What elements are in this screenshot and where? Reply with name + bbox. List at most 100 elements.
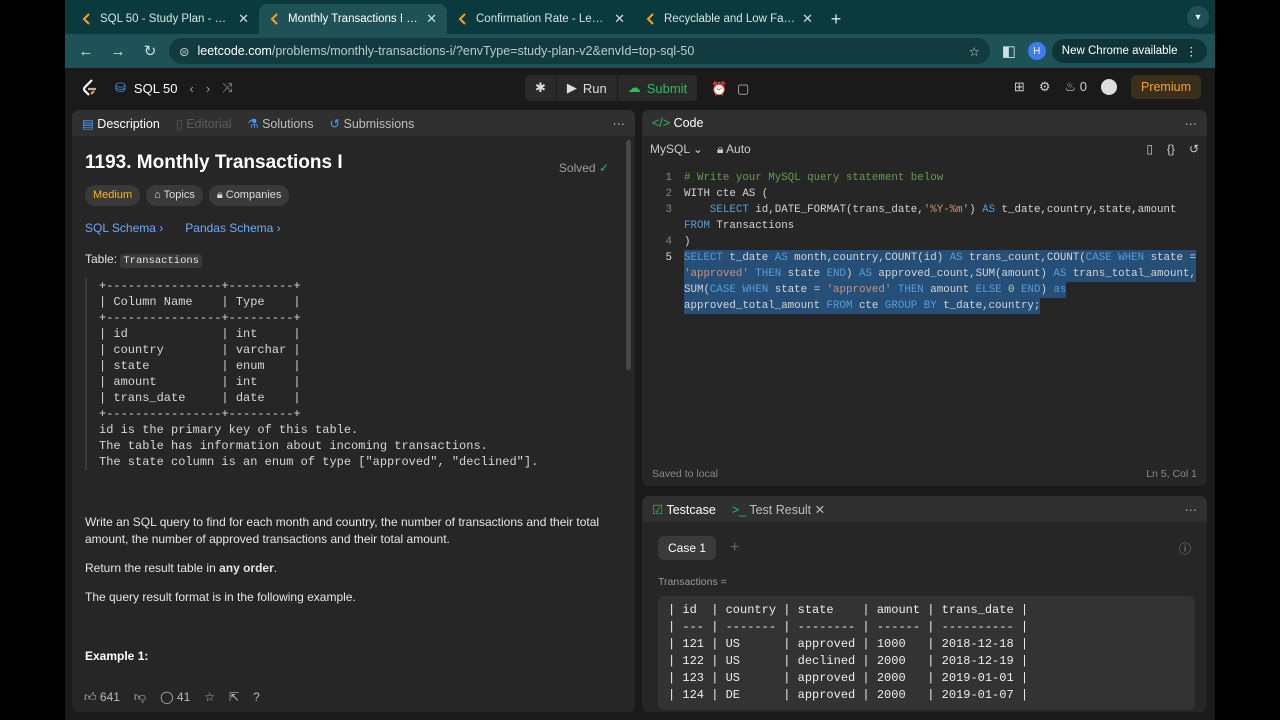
close-tab-icon[interactable]: ✕ (802, 11, 813, 27)
close-tab-icon[interactable]: ✕ (238, 11, 249, 27)
case-1-tab[interactable]: Case 1 (658, 536, 717, 560)
line-number: 2 (665, 188, 672, 200)
layout-grid-icon[interactable]: ⊞ (1014, 79, 1025, 95)
streak-counter[interactable]: ♨ 0 (1064, 79, 1087, 95)
input-table[interactable]: | id | country | state | amount | trans_… (658, 596, 1195, 710)
new-tab-button[interactable]: + (823, 6, 849, 32)
tab-editorial[interactable]: ▯ Editorial (176, 116, 232, 131)
description-footer: 👍︎ 641 👎︎ ◯ 41 ☆ ⇱ ? (72, 682, 635, 712)
tab-title: Recyclable and Low Fat Products (664, 13, 795, 25)
problem-title: 1193. Monthly Transactions I (85, 152, 343, 173)
terminal-icon: >_ (731, 502, 747, 517)
save-status: Saved to local (652, 468, 718, 480)
input-table-text: | id | country | state | amount | trans_… (668, 603, 1029, 702)
profile-avatar[interactable]: H (1027, 42, 1046, 60)
schema-block: +----------------+---------+ | Column Na… (85, 278, 622, 470)
new-chrome-available-button[interactable]: New Chrome available ⋮ (1051, 39, 1207, 63)
back-arrow-icon[interactable]: ← (73, 38, 99, 64)
code-line-5-wrap: SUM(CASE WHEN state = 'approved' THEN am… (684, 282, 1067, 298)
browser-tab-recyclable[interactable]: Recyclable and Low Fat Products ✕ (635, 4, 823, 34)
tab-submissions[interactable]: ↺ Submissions (330, 116, 415, 131)
notes-icon[interactable]: ▢ (737, 81, 749, 97)
format-braces-icon[interactable]: {} (1167, 142, 1175, 156)
close-tab-icon[interactable]: ✕ (426, 11, 437, 27)
reload-icon[interactable]: ↻ (137, 38, 163, 64)
leetcode-favicon-icon (270, 13, 278, 25)
bookmark-star-icon[interactable]: ☆ (969, 44, 980, 59)
bookmark-icon[interactable]: ▯ (1146, 142, 1153, 156)
tab-testcase[interactable]: ☑ Testcase (652, 502, 716, 517)
browser-tab-monthly-transactions[interactable]: Monthly Transactions I - LeetCode ✕ (259, 4, 447, 34)
tag-icon: ⌂ (154, 189, 161, 201)
shuffle-icon[interactable]: ⤨ (222, 80, 232, 96)
run-label: Run (582, 80, 607, 96)
settings-gear-icon[interactable]: ⚙ (1039, 79, 1051, 95)
table-label: Table: (85, 252, 118, 266)
run-button[interactable]: ▶ Run (557, 75, 618, 101)
leetcode-favicon-icon (458, 13, 466, 25)
solutions-flask-icon: ⚗ (247, 116, 259, 131)
testcase-header: ☑ Testcase >_ Test Result ✕ ⋯ (642, 496, 1207, 522)
tab-solutions[interactable]: ⚗ Solutions (247, 116, 313, 131)
favorite-star-icon[interactable]: ☆ (204, 690, 215, 704)
lock-icon: 🔒︎ (216, 189, 223, 201)
tab-search-chevron-icon[interactable]: ▾ (1187, 6, 1209, 28)
close-icon[interactable]: ✕ (815, 503, 825, 517)
dislike-icon[interactable]: 👎︎ (134, 690, 146, 705)
reset-code-icon[interactable]: ↺ (1189, 142, 1199, 156)
help-icon[interactable]: ? (253, 690, 260, 704)
comments-button[interactable]: ◯ 41 (160, 690, 190, 704)
more-options-icon[interactable]: ⋯ (1185, 502, 1198, 517)
testcase-panel: ☑ Testcase >_ Test Result ✕ ⋯ Case 1 + ⓘ… (642, 496, 1207, 712)
language-select[interactable]: MySQL ⌄ (650, 142, 703, 156)
code-line-5: SELECT t_date AS month,country,COUNT(id)… (684, 250, 1196, 266)
browser-tab-confirmation-rate[interactable]: Confirmation Rate - LeetCode ✕ (447, 4, 635, 34)
leetcode-logo-icon[interactable] (79, 77, 101, 99)
pandas-schema-link[interactable]: Pandas Schema › (185, 220, 280, 237)
checkbox-icon: ☑ (652, 502, 664, 517)
prev-problem-icon[interactable]: ‹ (190, 81, 194, 96)
more-options-icon[interactable]: ⋯ (613, 116, 626, 131)
code-brackets-icon: </> (652, 116, 671, 130)
sql-schema-link[interactable]: SQL Schema › (85, 220, 163, 237)
table-caption: Table: Transactions (85, 251, 622, 270)
side-panel-icon[interactable]: ◧ (996, 38, 1022, 64)
line-number: 1 (665, 172, 672, 184)
cloud-upload-icon: ☁ (627, 80, 641, 95)
user-avatar[interactable] (1100, 79, 1117, 95)
next-problem-icon[interactable]: › (206, 81, 210, 96)
description-scrollbar[interactable] (626, 140, 631, 370)
auto-mode-toggle[interactable]: 🔒︎ Auto (717, 142, 751, 157)
leetcode-favicon-icon (82, 13, 90, 25)
like-button[interactable]: 👍︎ 641 (84, 690, 120, 705)
info-icon[interactable]: ⓘ (1179, 540, 1191, 557)
submit-button[interactable]: ☁ Submit (618, 75, 699, 101)
check-circle-icon: ✓ (598, 161, 609, 175)
study-plan-selector[interactable]: ⛁ SQL 50 (115, 80, 178, 96)
debug-icon[interactable]: ✱ (525, 75, 557, 101)
order-note-bold: any order (219, 561, 274, 575)
schema-links: SQL Schema › Pandas Schema › (85, 220, 622, 237)
example-heading: Example 1: (85, 649, 149, 663)
close-tab-icon[interactable]: ✕ (614, 11, 625, 27)
alarm-icon[interactable]: ⏰ (711, 81, 727, 97)
url-input[interactable]: ⊜ leetcode.com/problems/monthly-transact… (169, 38, 990, 64)
new-chrome-label: New Chrome available (1061, 45, 1178, 57)
share-icon[interactable]: ⇱ (229, 690, 239, 704)
topics-button[interactable]: ⌂ Topics (146, 185, 203, 206)
mode-label: Auto (726, 141, 751, 156)
tab-test-result[interactable]: >_ Test Result ✕ (732, 502, 825, 517)
site-info-icon[interactable]: ⊜ (179, 44, 189, 59)
code-editor[interactable]: 1 2 3 4 5 # Write your MySQL query state… (642, 162, 1207, 314)
tab-description[interactable]: ▤ Description (82, 116, 160, 131)
companies-button[interactable]: 🔒︎ Companies (208, 185, 290, 206)
premium-button[interactable]: Premium (1130, 75, 1201, 99)
submit-label: Submit (646, 80, 688, 96)
more-options-icon[interactable]: ⋯ (1185, 116, 1198, 131)
add-case-icon[interactable]: + (730, 539, 739, 557)
forward-arrow-icon[interactable]: → (105, 38, 131, 64)
order-note-pre: Return the result table in (85, 561, 220, 575)
browser-tab-sql50[interactable]: SQL 50 - Study Plan - LeetCode ✕ (71, 4, 259, 34)
editor-statusbar: Saved to local Ln 5, Col 1 (642, 462, 1207, 486)
code-tab[interactable]: </> Code (652, 116, 703, 130)
